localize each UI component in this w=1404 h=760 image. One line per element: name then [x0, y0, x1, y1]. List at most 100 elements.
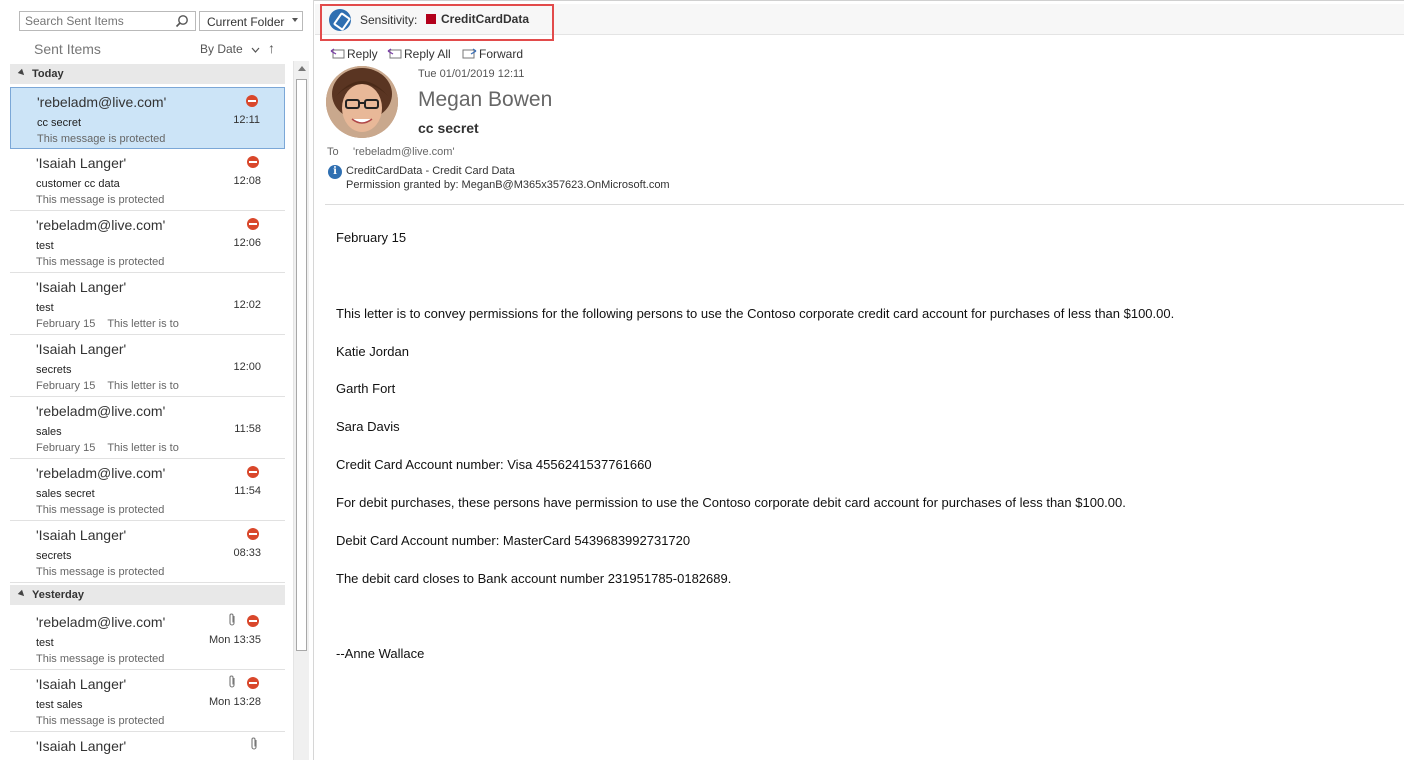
message-item[interactable]: 'Isaiah Langer'	[10, 732, 285, 760]
message-sender: 'Isaiah Langer'	[36, 527, 127, 543]
message-time: 11:54	[234, 485, 261, 497]
search-box[interactable]	[19, 11, 196, 31]
message-time: 12:06	[233, 237, 261, 249]
sensitivity-color-swatch	[426, 14, 436, 24]
group-header-yesterday[interactable]: Yesterday	[10, 585, 285, 605]
body-paragraph: This letter is to convey permissions for…	[336, 306, 1175, 321]
message-time: Mon 13:28	[209, 696, 261, 708]
to-recipient[interactable]: 'rebeladm@live.com'	[353, 146, 455, 158]
message-item[interactable]: 'rebeladm@live.com' test This message is…	[10, 608, 285, 670]
protected-icon	[247, 156, 259, 168]
message-preview: February 15 This letter is to	[36, 380, 179, 392]
message-sender: 'rebeladm@live.com'	[36, 217, 166, 233]
message-subject: customer cc data	[36, 178, 120, 190]
message-subject: test	[36, 637, 54, 649]
sensitivity-tag-icon[interactable]	[329, 9, 351, 31]
search-input[interactable]	[20, 12, 170, 30]
protected-icon	[247, 528, 259, 540]
search-scope-value: Current Folder	[207, 15, 285, 29]
message-time: 12:00	[233, 361, 261, 373]
group-header-today[interactable]: Today	[10, 64, 285, 84]
permission-title: CreditCardData - Credit Card Data	[346, 165, 515, 177]
attachment-icon	[250, 737, 259, 754]
to-label: To	[327, 146, 339, 158]
info-icon: i	[328, 165, 342, 179]
message-subject-heading: cc secret	[418, 120, 479, 136]
body-paragraph: February 15	[336, 230, 407, 245]
message-sender: 'Isaiah Langer'	[36, 279, 127, 295]
search-scope-dropdown[interactable]: Current Folder	[199, 11, 303, 31]
message-item[interactable]: 'rebeladm@live.com' sales February 15 Th…	[10, 397, 285, 459]
search-icon[interactable]	[175, 14, 189, 28]
protected-icon	[247, 466, 259, 478]
body-paragraph: Debit Card Account number: MasterCard 54…	[336, 533, 691, 548]
body-paragraph: Katie Jordan	[336, 344, 409, 359]
sort-by-label: By Date	[200, 42, 243, 56]
protected-icon	[247, 218, 259, 230]
message-item[interactable]: 'Isaiah Langer' test sales This message …	[10, 670, 285, 732]
reply-all-button[interactable]: Reply All	[387, 46, 451, 61]
forward-button[interactable]: Forward	[462, 46, 523, 61]
permission-granted: Permission granted by: MeganB@M365x35762…	[346, 179, 670, 191]
message-item[interactable]: 'Isaiah Langer' customer cc data This me…	[10, 149, 285, 211]
scroll-up-arrow-icon[interactable]	[298, 66, 306, 71]
message-item[interactable]: 'rebeladm@live.com' sales secret This me…	[10, 459, 285, 521]
forward-icon	[462, 48, 477, 59]
message-preview: This message is protected	[36, 194, 165, 206]
message-subject: test	[36, 302, 54, 314]
attachment-icon	[228, 613, 237, 630]
attachment-icon	[228, 675, 237, 692]
collapse-triangle-icon	[17, 68, 27, 78]
sender-name[interactable]: Megan Bowen	[418, 88, 552, 112]
message-sender: 'Isaiah Langer'	[36, 676, 127, 692]
sort-direction-button[interactable]: ↑	[268, 40, 275, 56]
body-paragraph: The debit card closes to Bank account nu…	[336, 571, 732, 586]
message-list-scrollbar[interactable]	[293, 61, 309, 760]
message-time: 08:33	[233, 547, 261, 559]
message-date: Tue 01/01/2019 12:11	[418, 68, 525, 80]
message-item[interactable]: 'Isaiah Langer' secrets This message is …	[10, 521, 285, 583]
message-time: Mon 13:35	[209, 634, 261, 646]
message-preview: This message is protected	[36, 566, 165, 578]
body-paragraph: Sara Davis	[336, 419, 400, 434]
reply-all-icon	[387, 48, 402, 59]
sensitivity-value[interactable]: CreditCardData	[441, 12, 529, 26]
chevron-down-icon	[251, 47, 260, 53]
reply-icon	[330, 48, 345, 59]
body-paragraph: For debit purchases, these persons have …	[336, 495, 1126, 510]
message-sender: 'Isaiah Langer'	[36, 341, 127, 357]
reading-pane: Sensitivity: CreditCardData Reply Reply …	[315, 4, 1404, 760]
message-preview: February 15 This letter is to	[36, 442, 179, 454]
protected-icon	[247, 677, 259, 689]
message-sender: 'rebeladm@live.com'	[36, 465, 166, 481]
reply-button[interactable]: Reply	[330, 46, 378, 61]
message-sender: 'Isaiah Langer'	[36, 738, 127, 754]
sort-by-dropdown[interactable]: By Date	[200, 42, 260, 56]
message-subject: test	[36, 240, 54, 252]
folder-name: Sent Items	[34, 41, 101, 57]
body-paragraph: --Anne Wallace	[336, 646, 425, 661]
scrollbar-thumb[interactable]	[296, 79, 307, 651]
message-preview: This message is protected	[37, 133, 166, 145]
message-subject: secrets	[36, 364, 72, 376]
message-preview: This message is protected	[36, 715, 165, 727]
protected-icon	[246, 95, 258, 107]
message-subject: sales	[36, 426, 62, 438]
message-sender: 'rebeladm@live.com'	[36, 614, 166, 630]
message-time: 11:58	[234, 423, 261, 435]
message-subject: cc secret	[37, 117, 82, 129]
message-item[interactable]: 'rebeladm@live.com' cc secret This messa…	[10, 87, 285, 149]
message-sender: 'rebeladm@live.com'	[37, 94, 167, 110]
message-time: 12:02	[233, 299, 261, 311]
sender-avatar[interactable]	[326, 66, 398, 138]
message-time: 12:11	[233, 114, 260, 126]
message-subject: secrets	[36, 550, 72, 562]
sensitivity-label: Sensitivity:	[360, 13, 418, 27]
message-list-pane: Current Folder Sent Items By Date ↑ Toda…	[0, 0, 314, 760]
message-item[interactable]: 'Isaiah Langer' secrets February 15 This…	[10, 335, 285, 397]
message-preview: This message is protected	[36, 653, 165, 665]
message-item[interactable]: 'Isaiah Langer' test February 15 This le…	[10, 273, 285, 335]
collapse-triangle-icon	[17, 589, 27, 599]
message-preview: This message is protected	[36, 256, 165, 268]
message-item[interactable]: 'rebeladm@live.com' test This message is…	[10, 211, 285, 273]
